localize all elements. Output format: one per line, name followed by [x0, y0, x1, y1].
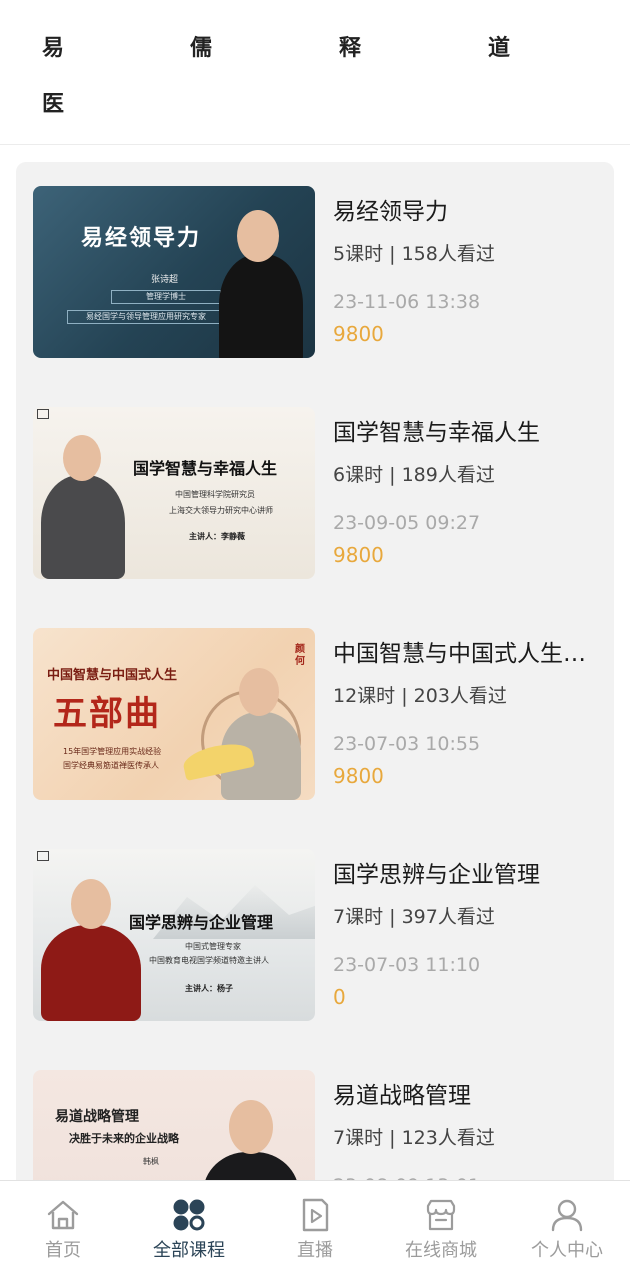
- course-list: 易经领导力 张诗超 管理学博士 易经国学与领导管理应用研究专家 易经领导力 5课…: [16, 162, 614, 1202]
- thumb-line3: 主讲人：杨子: [185, 984, 233, 993]
- category-dao[interactable]: 道: [488, 34, 510, 64]
- course-title[interactable]: 国学思辨与企业管理: [333, 859, 595, 891]
- thumb-line2: 上海交大领导力研究中心讲师: [169, 506, 273, 515]
- logo-icon: [37, 409, 49, 419]
- nav-all-courses[interactable]: 全部课程: [126, 1181, 252, 1280]
- live-icon: [302, 1198, 329, 1232]
- thumb-line1: 15年国学管理应用实战经验: [63, 747, 162, 756]
- course-thumbnail[interactable]: 国学智慧与幸福人生 中国管理科学院研究员 上海交大领导力研究中心讲师 主讲人：李…: [33, 407, 315, 579]
- thumb-line1: 管理学博士: [111, 290, 221, 304]
- course-price: 9800: [333, 543, 384, 567]
- course-item[interactable]: 中国智慧与中国式人生 五部曲 15年国学管理应用实战经验 国学经典易筋道禅医传承…: [16, 604, 614, 804]
- thumb-headline: 国学智慧与幸福人生: [133, 459, 278, 478]
- presenter-head: [71, 879, 111, 929]
- course-meta: 5课时 | 158人看过: [333, 243, 495, 265]
- course-date: 23-09-05 09:27: [333, 512, 481, 534]
- course-thumbnail[interactable]: 易经领导力 张诗超 管理学博士 易经国学与领导管理应用研究专家: [33, 186, 315, 358]
- course-item[interactable]: 易经领导力 张诗超 管理学博士 易经国学与领导管理应用研究专家 易经领导力 5课…: [16, 162, 614, 362]
- course-date: 23-07-03 11:10: [333, 954, 481, 976]
- thumb-line2: 易经国学与领导管理应用研究专家: [67, 310, 225, 324]
- shop-icon: [426, 1199, 456, 1231]
- nav-home[interactable]: 首页: [0, 1181, 126, 1280]
- presenter-head: [239, 668, 279, 716]
- presenter-figure: [219, 254, 303, 358]
- course-meta: 7课时 | 397人看过: [333, 906, 495, 928]
- thumb-name: 颜何: [295, 644, 305, 667]
- category-yi-medicine[interactable]: 医: [42, 90, 64, 120]
- course-date: 23-11-06 13:38: [333, 291, 481, 313]
- course-title[interactable]: 易经领导力: [333, 196, 595, 228]
- thumb-line1: 中国式管理专家: [185, 942, 241, 951]
- profile-icon: [551, 1199, 583, 1232]
- thumb-name: 韩枫: [143, 1157, 159, 1166]
- nav-label: 首页: [45, 1240, 81, 1261]
- nav-label: 个人中心: [531, 1240, 603, 1261]
- course-title[interactable]: 易道战略管理: [333, 1080, 595, 1112]
- presenter-head: [237, 210, 279, 262]
- thumb-name: 张诗超: [151, 275, 179, 285]
- course-title[interactable]: 国学智慧与幸福人生: [333, 417, 595, 449]
- thumb-headline: 易经领导力: [81, 225, 202, 251]
- thumb-line2: 中国教育电视国学频道特邀主讲人: [149, 956, 269, 965]
- app-page: 易 儒 释 道 医 易经领导力 张诗超 管理学博士 易经国学与领导管理应用研究专…: [0, 0, 630, 1280]
- course-item[interactable]: 国学智慧与幸福人生 中国管理科学院研究员 上海交大领导力研究中心讲师 主讲人：李…: [16, 383, 614, 583]
- nav-label: 直播: [297, 1240, 333, 1261]
- nav-label: 全部课程: [153, 1240, 225, 1261]
- thumb-headline: 易道战略管理: [55, 1109, 139, 1125]
- thumb-line2: 国学经典易筋道禅医传承人: [63, 761, 159, 770]
- category-bar: 易 儒 释 道 医: [0, 0, 630, 145]
- thumb-line1: 中国管理科学院研究员: [175, 490, 255, 499]
- thumb-headline: 中国智慧与中国式人生: [47, 668, 178, 683]
- thumb-line1: 决胜于未来的企业战略: [69, 1132, 179, 1145]
- course-price: 9800: [333, 764, 384, 788]
- course-meta: 6课时 | 189人看过: [333, 464, 495, 486]
- thumb-headline: 国学思辨与企业管理: [129, 913, 274, 932]
- nav-live[interactable]: 直播: [252, 1181, 378, 1280]
- all-courses-icon: [173, 1199, 205, 1231]
- course-item[interactable]: 易道战略管理 决胜于未来的企业战略 韩枫 易道战略管理 7课时 | 123人看过…: [16, 1046, 614, 1202]
- nav-shop[interactable]: 在线商城: [378, 1181, 504, 1280]
- bottom-nav: 首页 全部课程 直播 在线商城 个人中心: [0, 1180, 630, 1280]
- category-shi[interactable]: 释: [339, 34, 361, 64]
- course-title[interactable]: 中国智慧与中国式人生五部曲: [333, 638, 595, 670]
- thumb-line3: 主讲人：李静薇: [189, 532, 245, 541]
- logo-icon: [37, 851, 49, 861]
- category-yi[interactable]: 易: [42, 34, 64, 64]
- nav-label: 在线商城: [405, 1240, 477, 1261]
- course-price: 9800: [333, 322, 384, 346]
- presenter-head: [229, 1100, 273, 1154]
- course-thumbnail[interactable]: 中国智慧与中国式人生 五部曲 15年国学管理应用实战经验 国学经典易筋道禅医传承…: [33, 628, 315, 800]
- presenter-figure: [41, 475, 125, 579]
- home-icon: [47, 1200, 79, 1230]
- course-thumbnail[interactable]: 国学思辨与企业管理 中国式管理专家 中国教育电视国学频道特邀主讲人 主讲人：杨子: [33, 849, 315, 1021]
- course-date: 23-07-03 10:55: [333, 733, 481, 755]
- category-ru[interactable]: 儒: [190, 34, 212, 64]
- course-meta: 12课时 | 203人看过: [333, 685, 507, 707]
- nav-profile[interactable]: 个人中心: [504, 1181, 630, 1280]
- presenter-head: [63, 435, 101, 481]
- course-meta: 7课时 | 123人看过: [333, 1127, 495, 1149]
- presenter-figure: [41, 925, 141, 1021]
- thumb-big: 五部曲: [53, 694, 161, 734]
- course-item[interactable]: 国学思辨与企业管理 中国式管理专家 中国教育电视国学频道特邀主讲人 主讲人：杨子…: [16, 825, 614, 1025]
- course-price: 0: [333, 985, 346, 1009]
